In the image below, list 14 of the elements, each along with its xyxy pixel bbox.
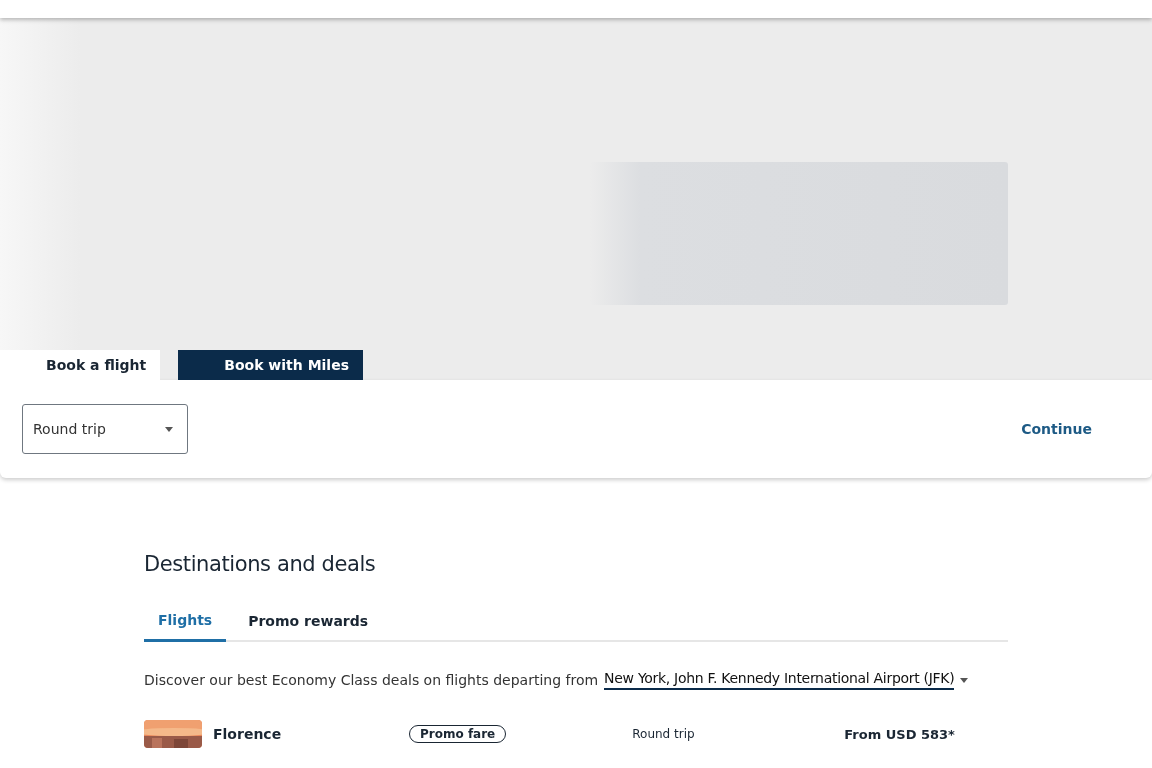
trip-type-select[interactable]: Round trip [22,404,188,454]
caret-icon [165,426,173,432]
continue-button[interactable]: Continue [1015,420,1098,438]
booking-tab[interactable]: Book a flight [0,350,161,380]
trip-type-text: Round trip [632,727,696,741]
deals-tab[interactable]: Promo rewards [234,604,383,642]
destination-name[interactable]: Florence [213,726,409,742]
price-text: From USD 583* [844,726,955,742]
intro-text: Discover our best Economy Class deals on flights departing from [144,672,599,688]
section-title: Destinations and deals [144,552,377,576]
origin-select[interactable]: New York, John F. Kennedy International Airport (JFK) [604,670,955,690]
booking-tab[interactable]: Book with Miles [178,350,363,380]
deals-tab[interactable]: Flights [144,604,227,642]
caret-icon [960,677,969,683]
